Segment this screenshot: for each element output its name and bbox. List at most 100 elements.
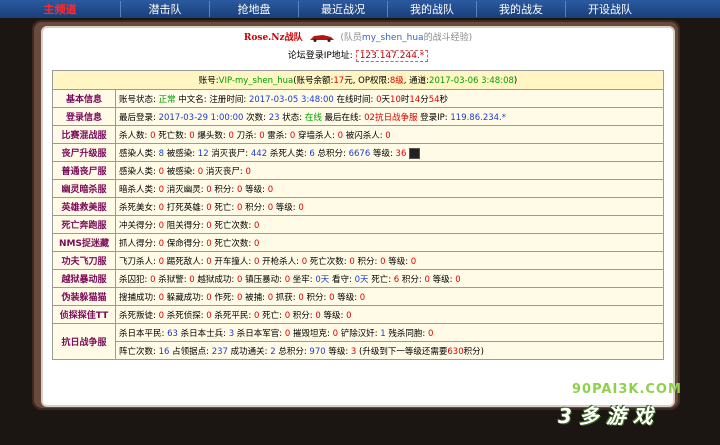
stat-text: 中文名: 注册时间: — [175, 94, 249, 105]
stats-values: 搜捕成功: 0 躲藏成功: 0 作死: 0 被捕: 0 抓获: 0 积分: 0 … — [115, 287, 664, 306]
server-label[interactable]: NMS捉迷藏 — [52, 233, 116, 252]
stat-text: 登录IP: — [417, 112, 451, 123]
stat-text: 暗杀人类: — [119, 184, 159, 195]
stat-text: 积分: — [303, 292, 330, 303]
stat-value: 14 — [409, 94, 421, 105]
server-label[interactable]: 普通丧尸服 — [52, 161, 116, 180]
war-text: 杀日本平民: — [119, 328, 168, 339]
nav-item-3[interactable]: 我的战队 — [387, 1, 476, 17]
stat-text: 死亡次数: — [211, 220, 254, 231]
stat-text: 消灭丧尸: — [203, 166, 246, 177]
server-label[interactable]: 登录信息 — [52, 107, 116, 126]
stats-values: 抓人得分: 0 保命得分: 0 死亡次数: 0 — [115, 233, 664, 252]
stat-text: 积分: — [399, 274, 425, 285]
stat-text: 杀死美女: — [119, 202, 159, 213]
stats-values: 阵亡次数: 16 占领据点: 237 成功通关: 2 总积分: 970 等级: … — [115, 341, 664, 360]
forum-ip-line: 论坛登录IP地址: 123.147.244.* — [43, 48, 673, 62]
stat-text: 刀杀: — [233, 130, 260, 141]
member-name[interactable]: my_shen_hua — [362, 33, 424, 43]
stats-values: 杀囚犯: 0 杀狱警: 0 越狱成功: 0 镇压暴动: 0 坐牢: 0天 看守:… — [115, 269, 664, 288]
stat-value: 0 — [253, 220, 260, 231]
stat-text: 开车撞人: — [211, 256, 254, 267]
stats-values: 账号状态: 正常 中文名: 注册时间: 2017-03-05 3:48:00 在… — [115, 89, 664, 108]
stat-value: 0 — [245, 166, 251, 177]
stat-text: 镇压暴动: — [242, 274, 285, 285]
server-label[interactable]: 幽灵暗杀服 — [52, 179, 116, 198]
brand-logo[interactable]: 主频道 — [0, 1, 120, 17]
server-label[interactable]: 比赛混战服 — [52, 125, 116, 144]
stat-value: 10 — [390, 94, 401, 105]
stat-value: 0天 — [315, 274, 330, 285]
war-text: 等级: — [325, 346, 351, 357]
stat-text: 被闪杀人: — [343, 130, 386, 141]
nav-item-5[interactable]: 开设战队 — [565, 1, 654, 17]
server-label[interactable]: 越狱暴动服 — [52, 269, 116, 288]
nav-item-2[interactable]: 最近战况 — [298, 1, 387, 17]
stat-text: 阻关得分: — [164, 220, 207, 231]
stat-value: 0 — [267, 184, 274, 195]
stat-text: 雷杀: — [264, 130, 290, 141]
stats-row: 英雄救美服 杀死美女: 0 打死英雄: 0 死亡: 0 积分: 0 等级: 0 — [52, 197, 664, 216]
stat-text: 杀死叛徒: — [119, 310, 159, 321]
stat-text: 消灭幽灵: — [164, 184, 207, 195]
server-label[interactable]: 基本信息 — [52, 89, 116, 108]
stat-text: 杀死侦探: — [164, 310, 207, 321]
server-label[interactable]: 功夫飞刀服 — [52, 251, 116, 270]
server-label[interactable]: 伪装躲猫猫 — [52, 287, 116, 306]
stats-row: 伪装躲猫猫 搜捕成功: 0 躲藏成功: 0 作死: 0 被捕: 0 抓获: 0 积… — [52, 287, 664, 306]
stat-text: 等级: — [385, 256, 411, 267]
car-icon — [309, 34, 334, 42]
channel-time: 2017-03-06 3:48:08 — [429, 76, 514, 86]
server-label[interactable]: 抗日战争服 — [52, 323, 116, 360]
stat-text: 抓获: — [273, 292, 299, 303]
stats-values: 飞刀杀人: 0 踢死敌人: 0 开车撞人: 0 开枪杀人: 0 死亡次数: 0 … — [115, 251, 664, 270]
stat-value: 在线 — [304, 112, 322, 123]
stat-text: 爆头数: — [194, 130, 229, 141]
stat-text: 穿墙杀人: — [295, 130, 338, 141]
server-label[interactable]: 英雄救美服 — [52, 197, 116, 216]
stats-row: 幽灵暗杀服 暗杀人类: 0 消灭幽灵: 0 积分: 0 等级: 0 — [52, 179, 664, 198]
server-label[interactable]: 死亡奔跑服 — [52, 215, 116, 234]
stat-text: 死亡次数: — [307, 256, 350, 267]
stat-text: 躲藏成功: — [164, 292, 207, 303]
stat-text: 冲关得分: — [119, 220, 159, 231]
nav-item-4[interactable]: 我的战友 — [476, 1, 565, 17]
stat-text: 积分: — [354, 256, 381, 267]
stat-text: 死亡: — [368, 274, 394, 285]
forum-ip-value: 123.147.244.* — [355, 50, 429, 62]
stat-text: 死亡数: — [155, 130, 190, 141]
stats-values: 杀死美女: 0 打死英雄: 0 死亡: 0 积分: 0 等级: 0 — [115, 197, 664, 216]
stat-text: 积分: — [242, 202, 268, 213]
war-value: 16 — [158, 346, 170, 357]
stat-text: 被感染: — [164, 166, 198, 177]
stats-values: 感染人类: 0 被感染: 0 消灭丧尸: 0 — [115, 161, 664, 180]
stats-row: 越狱暴动服 杀囚犯: 0 杀狱警: 0 越狱成功: 0 镇压暴动: 0 坐牢: 0… — [52, 269, 664, 288]
rank-icon — [409, 147, 421, 159]
stats-values: 最后登录: 2017-03-29 1:00:00 次数: 23 状态: 在线 最… — [115, 107, 664, 126]
stat-text: 杀死人类: — [267, 148, 310, 159]
stat-text: 等级: — [429, 274, 456, 285]
team-name[interactable]: Rose.Nz — [244, 33, 285, 43]
stat-text: 搜捕成功: — [119, 292, 159, 303]
stat-value: 119.86.234.* — [450, 112, 506, 123]
stat-value: 正常 — [158, 94, 176, 105]
team-suffix: 战队 — [284, 33, 303, 43]
stat-value: 12 — [197, 148, 209, 159]
stats-row: 抗日战争服 杀日本平民: 63 杀日本士兵: 3 杀日本军官: 0 摧毁坦克: 0… — [52, 323, 664, 360]
war-value: 0 — [428, 328, 434, 339]
nav-item-0[interactable]: 潜击队 — [120, 1, 209, 17]
nav-item-1[interactable]: 抢地盘 — [209, 1, 298, 17]
war-text: 总积分: — [275, 346, 310, 357]
stat-text: 杀人数: — [119, 130, 151, 141]
stat-text: 秒 — [439, 94, 449, 105]
server-label[interactable]: 侦探探佳TT — [52, 305, 116, 324]
war-text: 摧毁坦克: — [290, 328, 333, 339]
stat-text: 死亡次数: — [211, 238, 254, 249]
member-info: (队员my_shen_hua的战斗经验) — [340, 33, 473, 43]
server-label[interactable]: 丧尸升级服 — [52, 143, 116, 162]
stat-value: 0 — [385, 130, 391, 141]
account-name: VIP-my_shen_hua — [218, 76, 294, 86]
war-text: 阵亡次数: — [119, 346, 159, 357]
stat-value: 0 — [253, 238, 260, 249]
stats-row: 基本信息 账号状态: 正常 中文名: 注册时间: 2017-03-05 3:48:… — [52, 89, 664, 108]
